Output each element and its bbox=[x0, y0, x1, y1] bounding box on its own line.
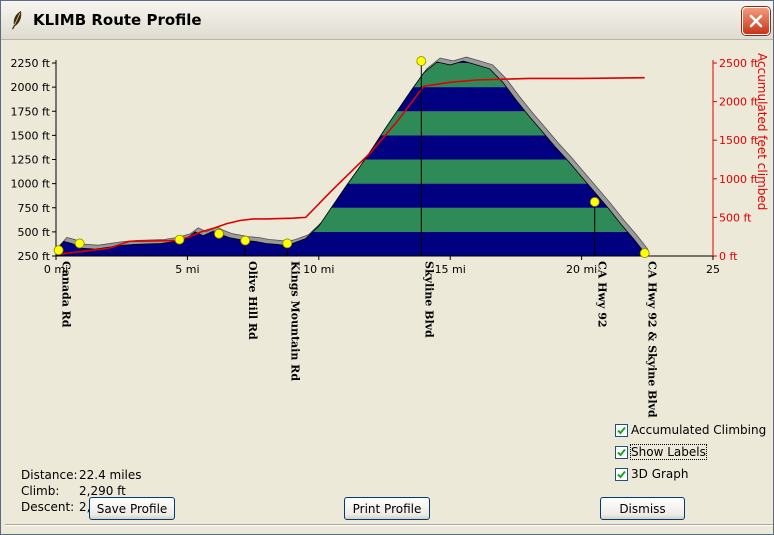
checkmark-icon bbox=[617, 426, 626, 434]
waypoint-dot bbox=[240, 235, 251, 246]
waypoint-dot bbox=[214, 228, 224, 239]
route-profile-chart: 2250 ft 2000 ft 1750 ft 1500 ft 1250 ft 1000 … bbox=[6, 41, 769, 425]
stat-key: Distance: bbox=[21, 468, 78, 482]
checkbox-label[interactable]: Show Labels bbox=[630, 444, 707, 460]
save-profile-button[interactable]: Save Profile bbox=[89, 497, 175, 520]
waypoint-dot bbox=[53, 245, 64, 256]
waypoint-label: CA Hwy 92 & Skyine Blvd bbox=[646, 261, 659, 418]
checkmark-icon bbox=[617, 470, 626, 478]
left-tick-label: 1250 ft bbox=[11, 154, 51, 167]
dismiss-button[interactable]: Dismiss bbox=[600, 497, 685, 520]
waypoint-dot bbox=[639, 248, 650, 259]
x-tick-label: 20 mi bbox=[566, 263, 597, 276]
waypoint-label: Canada Rd bbox=[60, 261, 73, 328]
checkbox-box[interactable] bbox=[615, 423, 628, 437]
left-tick-label: 2250 ft bbox=[11, 57, 51, 70]
right-tick-label: 500 ft bbox=[719, 211, 752, 224]
window-title: KLIMB Route Profile bbox=[33, 11, 202, 29]
waypoint-label: Skyline Blvd bbox=[422, 261, 435, 338]
print-profile-button[interactable]: Print Profile bbox=[344, 497, 430, 520]
waypoint-dot bbox=[74, 238, 85, 249]
left-tick-label: 1500 ft bbox=[11, 129, 51, 142]
left-tick-label: 250 ft bbox=[18, 250, 51, 263]
left-tick-label: 500 ft bbox=[18, 226, 51, 239]
right-tick-label: 1500 ft bbox=[719, 134, 759, 147]
left-tick-label: 750 ft bbox=[18, 202, 51, 215]
feather-pen-icon bbox=[12, 11, 22, 30]
right-axis-title: Accumulated feet climbed bbox=[755, 53, 769, 210]
x-tick-label: 5 mi bbox=[175, 263, 199, 276]
left-tick-label: 1750 ft bbox=[11, 105, 51, 118]
x-tick-label: 15 mi bbox=[435, 263, 466, 276]
right-tick-label: 0 ft bbox=[719, 250, 738, 263]
show-labels-checkbox[interactable]: Show Labels bbox=[615, 444, 707, 460]
title-bar[interactable]: KLIMB Route Profile bbox=[1, 1, 773, 40]
x-tick-label: 25 bbox=[706, 263, 720, 276]
checkbox-label[interactable]: Accumulated Climbing bbox=[631, 423, 766, 437]
right-tick-label: 1000 ft bbox=[719, 173, 759, 186]
checkbox-box[interactable] bbox=[615, 467, 628, 481]
waypoint-dot bbox=[174, 234, 185, 245]
route-profile-window: KLIMB Route Profile 2250 ft 2000 ft 1750 f… bbox=[0, 0, 774, 535]
stat-key: Descent: bbox=[21, 500, 75, 514]
waypoint-dot bbox=[589, 197, 600, 207]
checkbox-label[interactable]: 3D Graph bbox=[631, 467, 689, 481]
right-tick-label: 2000 ft bbox=[719, 96, 759, 109]
checkbox-box[interactable] bbox=[615, 445, 628, 459]
dialog-body: 2250 ft 2000 ft 1750 ft 1500 ft 1250 ft 1000 … bbox=[3, 40, 773, 526]
checkmark-icon bbox=[617, 448, 626, 456]
stat-key: Climb: bbox=[21, 484, 60, 498]
right-tick-label: 2500 ft bbox=[719, 57, 759, 70]
accumulated-climbing-checkbox[interactable]: Accumulated Climbing bbox=[615, 423, 766, 437]
left-tick-label: 1000 ft bbox=[11, 178, 51, 191]
waypoint-label: CA Hwy 92 bbox=[596, 261, 609, 328]
close-x-icon bbox=[749, 14, 763, 28]
left-tick-label: 2000 ft bbox=[11, 81, 51, 94]
stat-value: 22.4 miles bbox=[79, 468, 142, 482]
waypoint-label: Olive Hill Rd bbox=[246, 261, 259, 340]
3d-graph-checkbox[interactable]: 3D Graph bbox=[615, 467, 689, 481]
x-tick-label: 10 mi bbox=[303, 263, 334, 276]
waypoint-dot bbox=[416, 56, 427, 66]
stat-row: Distance: 22.4 miles bbox=[21, 467, 142, 483]
waypoint-label: Kings Mountain Rd bbox=[288, 261, 301, 381]
close-button[interactable] bbox=[742, 7, 770, 35]
waypoint-dot bbox=[282, 238, 293, 249]
button-separator bbox=[5, 524, 773, 526]
